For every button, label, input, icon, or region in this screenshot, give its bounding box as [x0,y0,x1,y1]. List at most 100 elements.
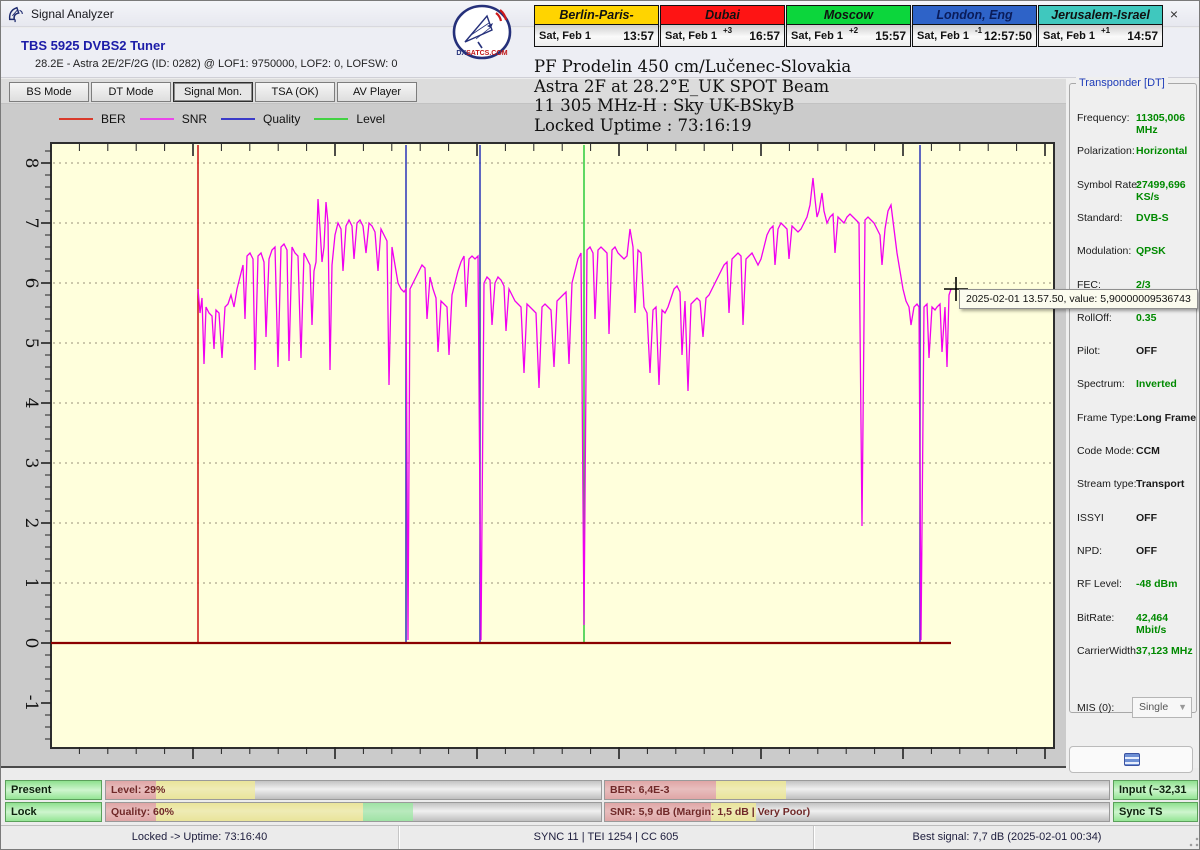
bar-segment [156,781,255,799]
clock-time-row: Sat, Feb 1 13:57 [535,25,658,46]
row-label: Pilot: [1077,345,1100,357]
clock-time: 14:57 [1127,29,1158,43]
y-axis-label-2: 2 [21,518,41,529]
station-info-line-2: 11 305 MHz-H : Sky UK-BSkyB [534,96,851,116]
clock-date: Sat, Feb 1 [665,30,717,42]
clock-2[interactable]: Moscow Sat, Feb 1 +2 15:57 [786,5,911,47]
input-badge: Input (~32,31 Mbps) [1113,780,1198,800]
transponder-row-stream-type-: Stream type: Transport [1070,468,1198,501]
row-label: Standard: [1077,212,1123,224]
row-value: 0.35 [1136,312,1156,324]
row-value: OFF [1136,345,1157,357]
lock-badge: Lock [5,802,102,822]
row-value: 11305,006 MHz [1136,112,1198,136]
transponder-row-carrierwidth-: CarrierWidth: 37,123 MHz [1070,635,1198,668]
row-value: -48 dBm [1136,578,1177,590]
app-satellite-icon [7,5,25,23]
statusbar-section-0: Locked -> Uptime: 73:16:40 [1,826,399,850]
transponder-row-frequency-: Frequency: 11305,006 MHz [1070,102,1198,135]
bar-segment [716,781,787,799]
station-info-line-3: Locked Uptime : 73:16:19 [534,116,851,136]
row-value: OFF [1136,512,1157,524]
chevron-down-icon: ▼ [1178,698,1187,717]
mode-button-av-player[interactable]: AV Player [337,82,417,102]
bar-text: Level: 29% [111,781,165,800]
clock-date: Sat, Feb 1 [539,30,591,42]
world-clocks: Berlin-Paris-Lučenec Sat, Feb 1 13:57 Du… [534,5,1164,47]
status-bar: Locked -> Uptime: 73:16:40SYNC 11 | TEI … [1,825,1200,849]
clock-3[interactable]: London, Eng Sat, Feb 1 -1 12:57:50 [912,5,1037,47]
signal-analyzer-window: Signal Analyzer × TBS 5925 DVBS2 Tuner 2… [0,0,1200,850]
clock-utc-offset: -1 [975,26,982,35]
clock-time: 16:57 [749,29,780,43]
clock-time: 12:57:50 [984,29,1032,43]
mode-button-signal-mon-[interactable]: Signal Mon. [173,82,253,102]
mis-label: MIS (0): [1077,702,1114,714]
row-label: Spectrum: [1077,378,1125,390]
clock-time-row: Sat, Feb 1 -1 12:57:50 [913,25,1036,46]
row-value: CCM [1136,445,1160,457]
row-label: Frequency: [1077,112,1130,124]
clock-1[interactable]: Dubai Sat, Feb 1 +3 16:57 [660,5,785,47]
clock-city: London, Eng [913,6,1036,25]
transponder-row-polarization-: Polarization: Horizontal [1070,135,1198,168]
station-info-block: PF Prodelin 450 cm/Lučenec-SlovakiaAstra… [534,57,851,135]
row-label: Frame Type: [1077,412,1136,424]
clock-city: Jerusalem-Israel [1039,6,1162,25]
transponder-title: Transponder [DT] [1076,77,1168,89]
transponder-row-symbol-rate-: Symbol Rate: 27499,696 KS/s [1070,169,1198,202]
signal-plot[interactable]: 876543210-1 [1,104,1066,768]
clock-date: Sat, Feb 1 [791,30,843,42]
row-label: Code Mode: [1077,445,1134,457]
mode-button-dt-mode[interactable]: DT Mode [91,82,171,102]
plot-area[interactable] [51,143,1054,748]
row-value: Long Frame [1136,412,1196,424]
ts-tool-button[interactable] [1069,746,1193,773]
clock-utc-offset: +2 [849,26,858,35]
transponder-row-bitrate-: BitRate: 42,464 Mbit/s [1070,602,1198,635]
mode-button-bs-mode[interactable]: BS Mode [9,82,89,102]
clock-utc-offset: +3 [723,26,732,35]
svg-text:DXSATCS.COM: DXSATCS.COM [456,50,507,57]
row-label: Stream type: [1077,478,1137,490]
transponder-row-code-mode-: Code Mode: CCM [1070,435,1198,468]
bar-text: BER: 6,4E-3 [610,781,670,800]
clock-city: Moscow [787,6,910,25]
window-title: Signal Analyzer [31,7,114,21]
clock-date: Sat, Feb 1 [917,30,969,42]
quality-bar: Quality: 60% [105,802,602,822]
clock-time: 15:57 [875,29,906,43]
row-label: RollOff: [1077,312,1112,324]
clock-4[interactable]: Jerusalem-Israel Sat, Feb 1 +1 14:57 [1038,5,1163,47]
row-label: Symbol Rate: [1077,179,1140,191]
row-value: QPSK [1136,245,1166,257]
clock-city: Berlin-Paris-Lučenec [535,6,658,25]
tuner-name: TBS 5925 DVBS2 Tuner [21,38,165,53]
transponder-row-rf-level-: RF Level: -48 dBm [1070,568,1198,601]
clock-time-row: Sat, Feb 1 +3 16:57 [661,25,784,46]
mis-dropdown[interactable]: Single ▼ [1132,697,1192,718]
level-bar: Level: 29% [105,780,602,800]
ber-bar: BER: 6,4E-3 [604,780,1110,800]
bar-segment [156,803,364,821]
transponder-row-pilot-: Pilot: OFF [1070,335,1198,368]
y-axis-label-4: 4 [21,398,41,409]
bar-text: Quality: 60% [111,803,174,822]
row-value: Horizontal [1136,145,1187,157]
present-badge: Present [5,780,102,800]
server-icon [1124,753,1140,766]
chart-tooltip: 2025-02-01 13.57.50, value: 5,9000000953… [959,289,1198,309]
y-axis-label-0: 0 [21,638,41,649]
row-label: CarrierWidth: [1077,645,1139,657]
station-info-line-1: Astra 2F at 28.2°E_UK SPOT Beam [534,77,851,97]
y-axis-label-1: 1 [21,578,41,589]
bar-text: SNR: 5,9 dB (Margin: 1,5 dB | Very Poor) [610,803,810,822]
transponder-row-spectrum-: Spectrum: Inverted [1070,368,1198,401]
mode-button-tsa-ok-[interactable]: TSA (OK) [255,82,335,102]
row-label: BitRate: [1077,612,1114,624]
clock-0[interactable]: Berlin-Paris-Lučenec Sat, Feb 1 13:57 [534,5,659,47]
y-axis-label--1: -1 [21,695,41,712]
row-value: DVB-S [1136,212,1169,224]
statusbar-section-2: Best signal: 7,7 dB (2025-02-01 00:34) [814,826,1200,850]
row-label: Modulation: [1077,245,1131,257]
